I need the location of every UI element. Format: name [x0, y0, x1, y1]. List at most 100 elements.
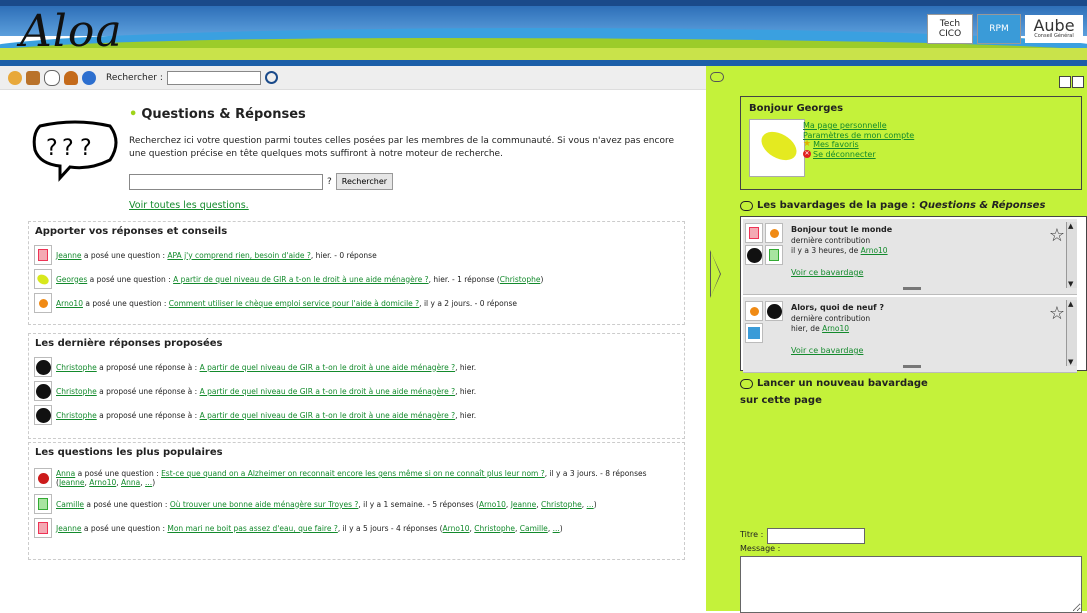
- list-item-text: Camille a posé une question : Où trouver…: [56, 499, 597, 509]
- user-link[interactable]: Camille: [56, 500, 84, 509]
- section-title: Les questions les plus populaires: [35, 447, 223, 458]
- account-settings-link[interactable]: Paramètres de mon compte: [803, 131, 914, 141]
- question-link[interactable]: A partir de quel niveau de GIR a t-on le…: [200, 363, 456, 372]
- action-text: a posé une question :: [84, 499, 170, 509]
- question-link[interactable]: Mon mari ne boit pas assez d'eau, que fa…: [167, 524, 337, 533]
- chat-bubble-icon[interactable]: [710, 72, 724, 82]
- list-item: Christophe a proposé une réponse à : A p…: [34, 403, 679, 427]
- user-link[interactable]: Anna: [56, 469, 75, 478]
- responder-link[interactable]: Arno10: [479, 500, 506, 509]
- chat-title-input[interactable]: [767, 528, 865, 544]
- question-link[interactable]: Où trouver une bonne aide ménagère sur T…: [170, 500, 359, 509]
- favorite-star-icon[interactable]: ☆: [1049, 225, 1065, 246]
- view-chat-link[interactable]: Voir ce bavardage: [791, 268, 863, 277]
- header-banner: Aloa Tech CICO RPM Aube Conseil Général: [0, 0, 1087, 66]
- avatar[interactable]: [34, 468, 52, 488]
- user-link[interactable]: Georges: [56, 275, 87, 284]
- tech-cico-logo[interactable]: Tech CICO: [927, 14, 973, 44]
- partner-name: Aube: [1033, 16, 1075, 35]
- my-page-link[interactable]: Ma page personnelle: [803, 121, 887, 131]
- meta-text: , hier.: [455, 410, 477, 420]
- chat-icon[interactable]: [64, 70, 78, 85]
- question-search-input[interactable]: [129, 173, 323, 190]
- meta-text: , hier. - 1 réponse (: [428, 274, 500, 284]
- chat-last-when: il y a 3 heures, de Arno10: [791, 246, 888, 256]
- search-button[interactable]: Rechercher: [335, 173, 394, 190]
- responder-link[interactable]: Arno10: [443, 524, 470, 533]
- new-chat-icon: [740, 378, 753, 389]
- responder-link[interactable]: Camille: [520, 524, 548, 533]
- responder-link[interactable]: Jeanne: [59, 478, 85, 487]
- aube-logo[interactable]: Aube Conseil Général: [1025, 15, 1083, 43]
- chat-participants: [745, 301, 785, 343]
- chat-title: Alors, quoi de neuf ?: [791, 303, 885, 312]
- list-item-text: Christophe a proposé une réponse à : A p…: [56, 363, 476, 372]
- action-text: a proposé une réponse à :: [96, 410, 200, 420]
- avatar[interactable]: [34, 494, 52, 514]
- avatar[interactable]: [34, 405, 52, 425]
- minimize-icon[interactable]: [1059, 76, 1071, 88]
- user-link[interactable]: Christophe: [56, 363, 97, 372]
- chat-item: Alors, quoi de neuf ? dernière contribut…: [743, 297, 1077, 373]
- responder-link[interactable]: Christophe: [474, 524, 515, 533]
- favorites-link[interactable]: Mes favoris: [813, 140, 859, 150]
- view-chat-link[interactable]: Voir ce bavardage: [791, 346, 863, 355]
- chat-message-textarea[interactable]: [740, 556, 1082, 613]
- chat-scrollbar[interactable]: [1066, 300, 1077, 366]
- favorite-star-icon[interactable]: ☆: [1049, 303, 1065, 324]
- responder-link[interactable]: Arno10: [89, 478, 116, 487]
- responder-link[interactable]: ...: [553, 524, 560, 533]
- responder-link[interactable]: ...: [587, 500, 594, 509]
- book-icon[interactable]: [26, 70, 40, 85]
- questions-icon[interactable]: [44, 69, 60, 86]
- maximize-icon[interactable]: [1072, 76, 1084, 88]
- question-link[interactable]: Est-ce que quand on a Alzheimer on recon…: [161, 469, 545, 478]
- avatar[interactable]: [34, 269, 52, 289]
- chats-title: Les bavardages de la page : Questions & …: [740, 200, 1045, 211]
- responder-link[interactable]: Christophe: [541, 500, 582, 509]
- responder-link[interactable]: Jeanne: [511, 500, 537, 509]
- users-icon[interactable]: [8, 70, 22, 85]
- question-search: ? Rechercher: [129, 173, 394, 190]
- site-logo[interactable]: Aloa: [20, 6, 123, 57]
- list-item: Arno10 a posé une question : Comment uti…: [34, 291, 679, 315]
- section-title: Apporter vos réponses et conseils: [35, 226, 228, 237]
- responder-link[interactable]: Anna: [121, 478, 140, 487]
- user-link[interactable]: Jeanne: [56, 524, 82, 533]
- chat-item: Bonjour tout le monde dernière contribut…: [743, 219, 1077, 295]
- avatar[interactable]: [34, 293, 52, 313]
- avatar[interactable]: [34, 245, 52, 265]
- avatar: [765, 301, 783, 321]
- responder-link[interactable]: Christophe: [500, 275, 541, 284]
- user-link[interactable]: Arno10: [56, 299, 83, 308]
- chat-scrollbar[interactable]: [1066, 222, 1077, 288]
- question-link[interactable]: A partir de quel niveau de GIR a t-on le…: [173, 275, 429, 284]
- question-link[interactable]: APA j'y comprend rien, besoin d'aide ?: [167, 251, 311, 260]
- question-link[interactable]: A partir de quel niveau de GIR a t-on le…: [200, 411, 456, 420]
- partner-name: RPM: [989, 24, 1009, 34]
- search-label: Rechercher :: [106, 72, 163, 83]
- rpm-logo[interactable]: RPM: [977, 14, 1021, 44]
- chat-author-link[interactable]: Arno10: [861, 246, 888, 255]
- greeting: Bonjour Georges: [749, 103, 844, 114]
- avatar: [749, 119, 805, 177]
- toolbar-search-input[interactable]: [166, 70, 261, 85]
- question-link[interactable]: Comment utiliser le chèque emploi servic…: [169, 299, 419, 308]
- see-all-questions-link[interactable]: Voir toutes les questions.: [129, 200, 249, 211]
- search-icon[interactable]: [264, 71, 278, 84]
- avatar[interactable]: [34, 518, 52, 538]
- expand-handle-icon[interactable]: [903, 287, 921, 290]
- avatar[interactable]: [34, 381, 52, 401]
- info-icon[interactable]: [82, 70, 96, 85]
- avatar[interactable]: [34, 357, 52, 377]
- collapse-panel-icon[interactable]: [710, 250, 721, 298]
- new-chat-title: Lancer un nouveau bavardage: [757, 378, 928, 389]
- user-link[interactable]: Jeanne: [56, 251, 82, 260]
- user-link[interactable]: Christophe: [56, 387, 97, 396]
- user-link[interactable]: Christophe: [56, 411, 97, 420]
- section-title: Les dernière réponses proposées: [35, 338, 223, 349]
- logout-link[interactable]: Se déconnecter: [813, 150, 876, 160]
- chat-author-link[interactable]: Arno10: [822, 324, 849, 333]
- expand-handle-icon[interactable]: [903, 365, 921, 368]
- question-link[interactable]: A partir de quel niveau de GIR a t-on le…: [200, 387, 456, 396]
